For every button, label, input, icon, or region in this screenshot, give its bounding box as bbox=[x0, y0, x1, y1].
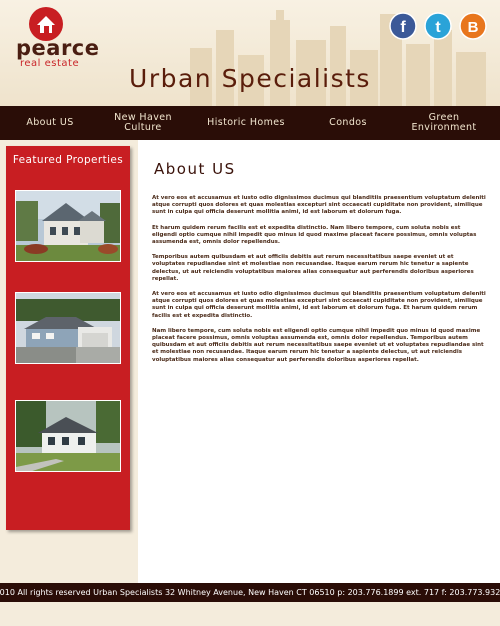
body-paragraph: Nam libero tempore, cum soluta nobis est… bbox=[152, 327, 484, 363]
house-photo-3-image bbox=[16, 401, 120, 471]
body-paragraph: At vero eos et accusamus et iusto odio d… bbox=[152, 291, 486, 319]
footer-contact-text: 2010 All rights reserved Urban Specialis… bbox=[0, 588, 500, 597]
svg-text:B: B bbox=[468, 19, 479, 36]
body-paragraph: At vero eos et accusamus et iusto odio d… bbox=[152, 195, 486, 216]
svg-text:f: f bbox=[400, 19, 406, 36]
sidebar-title: Featured Properties bbox=[12, 154, 124, 166]
property-photo-3[interactable] bbox=[15, 400, 121, 472]
site-title: Urban Specialists bbox=[129, 64, 371, 93]
featured-properties-sidebar: Featured Properties bbox=[6, 146, 130, 530]
nav-item-green-environment[interactable]: Green Environment bbox=[396, 106, 492, 140]
nav-item-condos[interactable]: Condos bbox=[310, 106, 386, 140]
main-content-panel: About US At vero eos et accusamus et ius… bbox=[138, 140, 500, 583]
house-photo-1-image bbox=[16, 191, 120, 261]
nav-item-historic-homes[interactable]: Historic Homes bbox=[196, 106, 296, 140]
property-photo-1[interactable] bbox=[15, 190, 121, 262]
pearce-logo[interactable]: pearce real estate bbox=[14, 6, 100, 69]
site-header: pearce real estate f t B Urban Specialis… bbox=[0, 0, 500, 106]
body-paragraph: Temporibus autem quibusdam et aut offici… bbox=[152, 254, 474, 282]
about-us-body: At vero eos et accusamus et iusto odio d… bbox=[152, 195, 486, 372]
svg-text:t: t bbox=[435, 19, 441, 36]
nav-item-about-us[interactable]: About US bbox=[10, 106, 90, 140]
house-photo-2-image bbox=[16, 293, 120, 363]
facebook-icon[interactable]: f bbox=[389, 12, 417, 40]
site-footer: 2010 All rights reserved Urban Specialis… bbox=[0, 583, 500, 602]
nav-item-new-haven-culture[interactable]: New Haven Culture bbox=[104, 106, 182, 140]
logo-name: pearce bbox=[16, 36, 100, 60]
main-navigation: About US New Haven Culture Historic Home… bbox=[0, 106, 500, 140]
body-paragraph: Et harum quidem rerum facilis est et exp… bbox=[152, 224, 477, 246]
property-photo-2[interactable] bbox=[15, 292, 121, 364]
page-title: About US bbox=[154, 160, 236, 178]
blogger-icon[interactable]: B bbox=[459, 12, 487, 40]
twitter-icon[interactable]: t bbox=[424, 12, 452, 40]
